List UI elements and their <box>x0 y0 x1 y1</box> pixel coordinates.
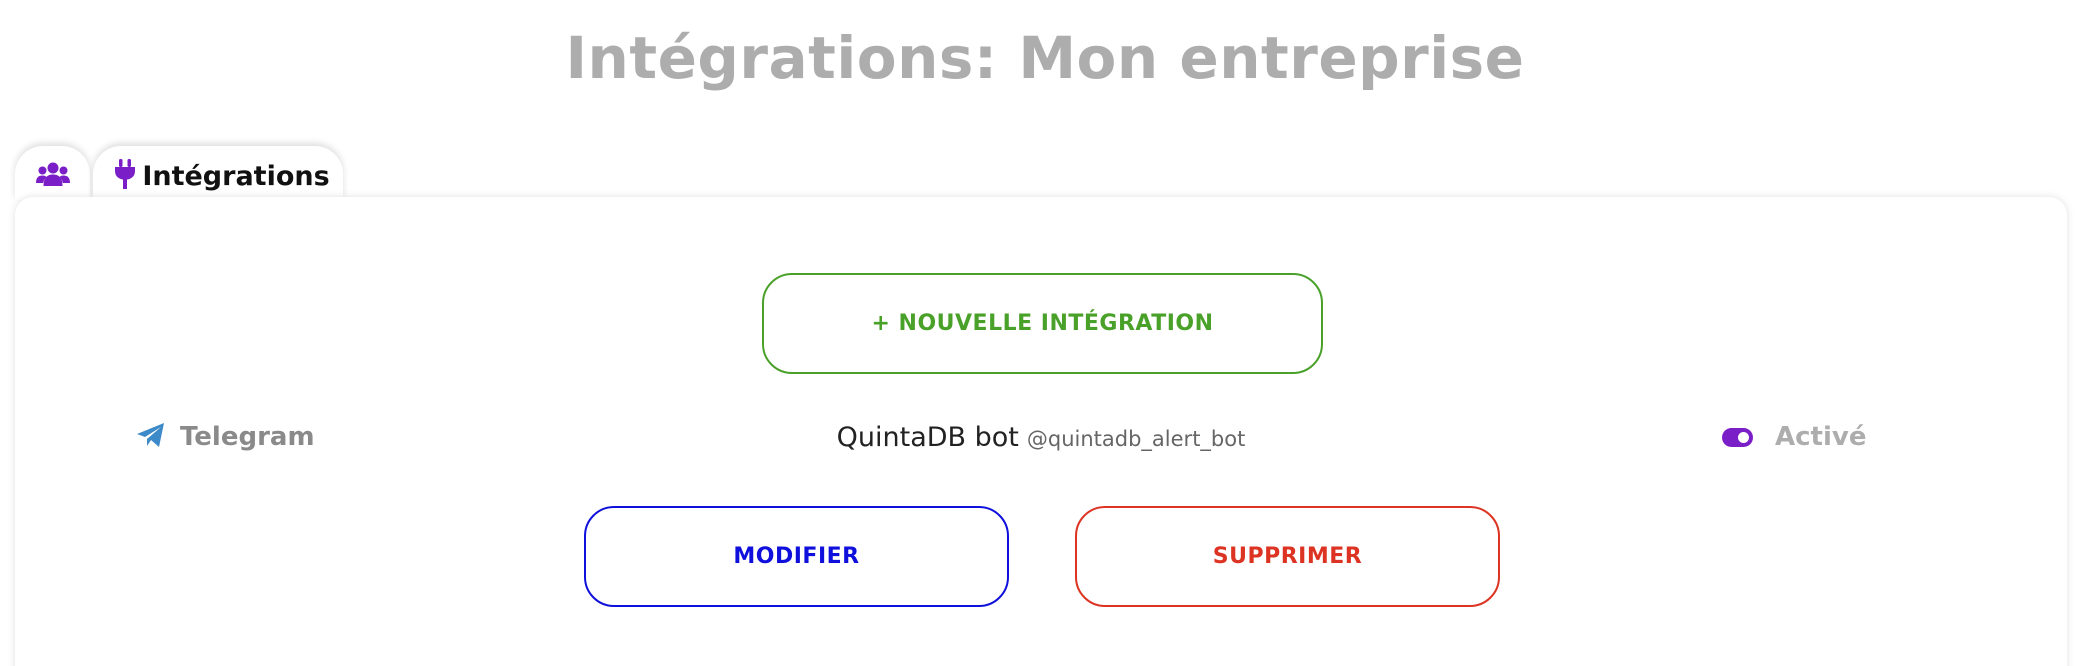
integration-status: Activé <box>1722 417 1866 457</box>
bot-name: QuintaDB bot <box>836 421 1019 453</box>
tab-integrations-label: Intégrations <box>142 160 330 192</box>
integration-type-label: Telegram <box>180 422 315 452</box>
integrations-panel: + NOUVELLE INTÉGRATION Telegram QuintaDB… <box>15 197 2067 666</box>
tab-users[interactable] <box>15 146 90 200</box>
delete-button[interactable]: SUPPRIMER <box>1075 506 1500 607</box>
toggle-knob <box>1738 431 1749 443</box>
page-title: Intégrations: Mon entreprise <box>565 24 1525 92</box>
telegram-icon <box>136 422 166 452</box>
new-integration-button[interactable]: + NOUVELLE INTÉGRATION <box>762 273 1323 374</box>
tab-integrations[interactable]: Intégrations <box>93 146 343 200</box>
edit-button[interactable]: MODIFIER <box>584 506 1009 607</box>
users-icon <box>35 161 70 191</box>
plug-icon <box>114 159 136 193</box>
integration-type: Telegram <box>136 417 315 457</box>
page: Intégrations: Mon entreprise Intégration… <box>0 0 2090 666</box>
bot-handle: @quintadb_alert_bot <box>1026 426 1246 451</box>
tab-bar: Intégrations <box>15 146 343 200</box>
enabled-toggle[interactable] <box>1722 427 1753 447</box>
status-label: Activé <box>1775 422 1867 452</box>
